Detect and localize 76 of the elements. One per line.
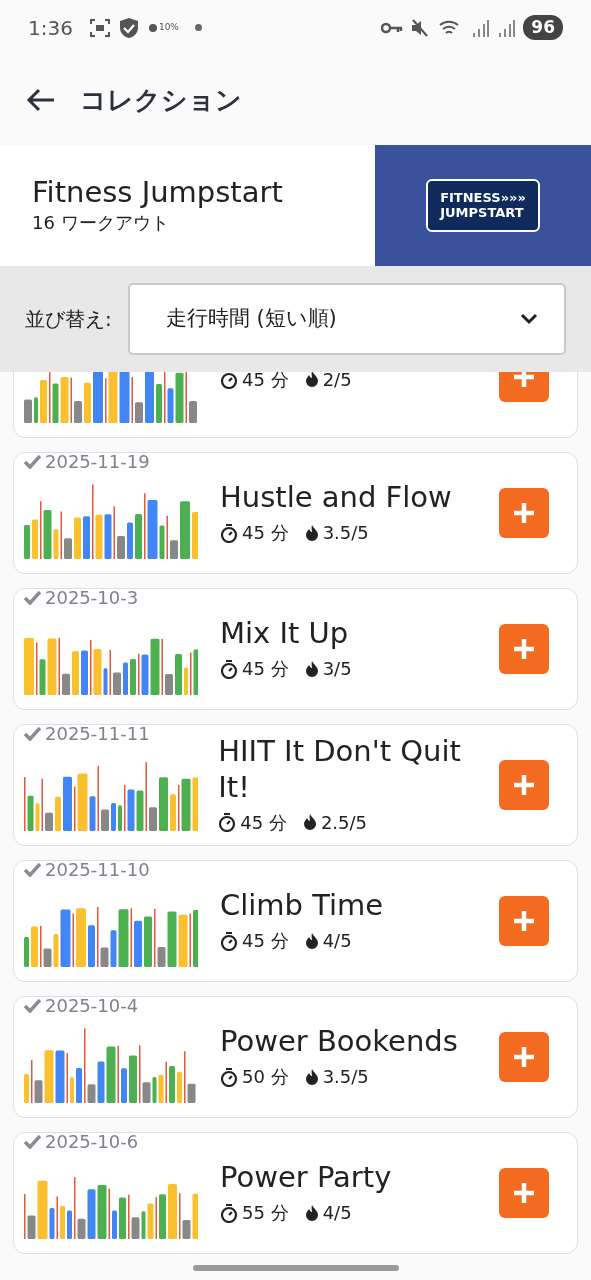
completion-date: 2025-10-3	[45, 589, 139, 607]
flame-icon	[304, 1203, 319, 1222]
sort-dropdown[interactable]: 走行時間 (短い順)	[127, 283, 566, 355]
completion-date: 2025-11-19	[45, 453, 150, 471]
workout-title: Climb Time	[220, 887, 385, 924]
flame-icon	[304, 523, 319, 542]
workout-title: Power Party	[220, 1159, 393, 1196]
stopwatch-icon	[218, 812, 237, 833]
workout-intensity: 3.5/5	[322, 521, 369, 546]
workout-intensity: 4/5	[322, 1201, 352, 1226]
signal-icon	[471, 18, 490, 37]
workout-duration: 45 分	[242, 929, 289, 954]
workout-card[interactable]: 2025-11-11 HIIT It Don't Quit It! 45 分 2.5/5	[13, 724, 578, 846]
plus-icon	[512, 909, 536, 933]
plus-icon	[512, 1181, 536, 1205]
brightness-level: 10%	[158, 20, 179, 34]
stopwatch-icon	[220, 522, 238, 543]
workout-intensity: 2.5/5	[320, 810, 368, 835]
workout-title: Hustle and Flow	[220, 479, 453, 516]
workout-duration: 55 分	[242, 1201, 289, 1226]
stopwatch-icon	[220, 372, 238, 389]
workout-duration: 45 分	[242, 657, 289, 682]
flame-icon	[304, 372, 319, 388]
sort-label: 並び替え:	[25, 306, 112, 333]
plus-icon	[512, 372, 536, 389]
add-button[interactable]	[499, 896, 549, 946]
workout-card[interactable]: 2025-11-19 Hustle and Flow 45 分 3.5/5	[13, 452, 578, 574]
screenshot-icon	[88, 17, 111, 38]
collection-logo: FITNESS»»» JUMPSTART	[426, 179, 540, 232]
workout-card[interactable]: 2025-11-10 Climb Time 45 分 4/5	[13, 860, 578, 982]
add-button[interactable]	[499, 1168, 549, 1218]
workout-card[interactable]: 2025-10-4 Power Bookends 50 分 3.5/5	[13, 996, 578, 1118]
workout-duration: 45 分	[242, 521, 289, 546]
workout-card[interactable]: 2025-10-3 Mix It Up 45 分 3/5	[13, 588, 578, 710]
chevron-down-icon	[520, 313, 538, 325]
workout-duration: 50 分	[242, 1065, 289, 1090]
plus-icon	[512, 637, 536, 661]
shield-icon	[118, 16, 139, 39]
collection-title: Fitness Jumpstart	[32, 174, 284, 210]
completion-date: 2025-11-10	[45, 861, 150, 879]
stopwatch-icon	[220, 1066, 238, 1087]
add-button[interactable]	[499, 1032, 549, 1082]
completion-date: 2025-10-4	[45, 997, 139, 1015]
battery-level: 96	[523, 14, 563, 41]
workout-intensity: 3/5	[322, 657, 352, 682]
notification-dot-icon	[194, 24, 202, 31]
add-button[interactable]	[499, 624, 549, 674]
add-button[interactable]	[499, 488, 549, 538]
flame-icon	[304, 1067, 319, 1086]
plus-icon	[512, 1045, 536, 1069]
key-icon	[381, 21, 404, 34]
brightness-icon	[146, 21, 159, 34]
plus-icon	[512, 773, 536, 797]
plus-icon	[512, 501, 536, 525]
stopwatch-icon	[220, 1202, 238, 1223]
completion-date: 2025-11-11	[45, 725, 150, 743]
workout-intensity: 3.5/5	[322, 1065, 369, 1090]
back-button[interactable]	[26, 87, 56, 113]
workout-title: Mix It Up	[220, 615, 350, 652]
workout-count: 16 ワークアウト	[32, 211, 170, 236]
workout-title: HIIT It Don't Quit It!	[218, 734, 462, 805]
add-button[interactable]	[499, 760, 549, 810]
status-time: 1:36	[28, 14, 73, 42]
workout-card[interactable]: 2025-10-6 Power Party 55 分 4/5	[13, 1132, 578, 1254]
signal-icon	[497, 18, 516, 37]
completion-date: 2025-10-6	[45, 1133, 139, 1151]
workout-intensity: 2/5	[322, 372, 352, 392]
stopwatch-icon	[220, 658, 238, 679]
page-title: コレクション	[80, 83, 242, 117]
flame-icon	[302, 813, 317, 832]
workout-duration: 45 分	[240, 810, 287, 835]
flame-icon	[304, 931, 319, 950]
stopwatch-icon	[220, 930, 238, 951]
flame-icon	[304, 659, 319, 678]
workout-intensity: 4/5	[322, 929, 352, 954]
workout-title: Power Bookends	[220, 1023, 459, 1060]
